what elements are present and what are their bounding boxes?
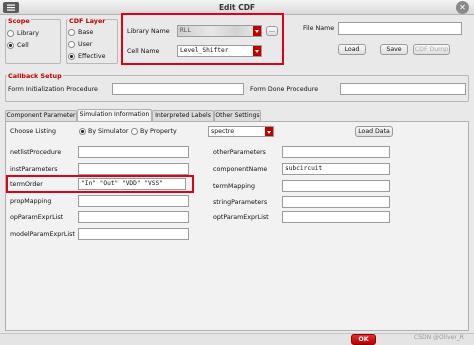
layer-base-radio[interactable] — [68, 29, 75, 36]
by-property-label: By Property — [140, 128, 177, 135]
op-param-expr-list-label: opParamExprList — [10, 214, 64, 221]
tab-interpreted-labels[interactable]: Interpreted Labels — [152, 110, 214, 121]
term-order-label: termOrder — [10, 181, 43, 188]
watermark-text: CSDN @Oliver_R — [414, 334, 464, 341]
term-mapping-input[interactable] — [282, 180, 390, 192]
close-icon[interactable]: ✕ — [456, 1, 469, 14]
model-param-expr-list-label: modelParamExprList — [10, 231, 75, 238]
ok-button[interactable]: OK — [351, 334, 376, 345]
library-dropdown-icon[interactable] — [253, 26, 261, 36]
simulator-value: spectre — [211, 128, 235, 135]
string-parameters-label: stringParameters — [213, 199, 268, 206]
inst-parameters-input[interactable] — [78, 163, 189, 175]
form-init-label: Form Initialization Procedure — [8, 86, 98, 93]
tab-component-parameter[interactable]: Component Parameter — [5, 110, 77, 121]
netlist-procedure-input[interactable] — [78, 146, 189, 158]
netlist-procedure-label: netlistProcedure — [10, 149, 62, 156]
inst-parameters-label: instParameters — [10, 166, 58, 173]
window-title: Edit CDF — [218, 3, 256, 12]
term-mapping-label: termMapping — [213, 183, 255, 190]
by-property-radio[interactable] — [131, 128, 138, 135]
prop-mapping-label: propMapping — [10, 198, 52, 205]
term-order-input[interactable]: "In" "Out" "VDD" "VSS" — [78, 178, 186, 190]
load-data-button[interactable]: Load Data — [355, 126, 393, 137]
cell-name-label: Cell Name — [127, 48, 160, 55]
prop-mapping-input[interactable] — [78, 195, 189, 207]
callback-title: Callback Setup — [7, 72, 63, 80]
scope-title: Scope — [7, 17, 31, 25]
tab-other-settings[interactable]: Other Settings — [214, 110, 261, 121]
scope-cell-radio[interactable] — [7, 42, 14, 49]
form-init-input[interactable] — [112, 83, 244, 95]
op-param-expr-list-input[interactable] — [78, 211, 189, 223]
model-param-expr-list-input[interactable] — [78, 228, 189, 240]
layer-user-label: User — [78, 41, 93, 48]
file-name-label: File Name — [303, 25, 335, 32]
cell-name-value: Level_Shifter — [180, 47, 229, 54]
load-button[interactable]: Load — [338, 44, 366, 55]
simulator-select[interactable]: spectre — [208, 126, 274, 137]
component-name-input[interactable]: subcircuit — [282, 163, 390, 175]
other-parameters-input[interactable] — [282, 146, 390, 158]
scope-library-radio[interactable] — [7, 30, 14, 37]
other-parameters-label: otherParameters — [213, 149, 266, 156]
by-simulator-radio[interactable] — [79, 128, 86, 135]
form-done-input[interactable] — [340, 83, 466, 95]
cdf-layer-title: CDF Layer — [68, 17, 107, 25]
library-name-label: Library Name — [127, 28, 170, 35]
library-name-value: RLL — [180, 27, 192, 34]
cdf-dump-button[interactable]: CDF Dump — [413, 44, 450, 55]
layer-user-radio[interactable] — [68, 41, 75, 48]
form-done-label: Form Done Procedure — [250, 86, 319, 93]
layer-effective-radio[interactable] — [68, 53, 75, 60]
cell-dropdown-icon[interactable] — [253, 46, 261, 56]
scope-library-label: Library — [17, 30, 40, 37]
library-browse-button[interactable]: ... — [266, 26, 278, 36]
library-name-field[interactable]: RLL — [177, 25, 262, 37]
file-name-input[interactable] — [338, 22, 462, 35]
opt-param-expr-list-input[interactable] — [282, 211, 390, 223]
by-simulator-label: By Simulator — [88, 128, 129, 135]
tab-simulation-information[interactable]: Simulation Information — [77, 109, 152, 121]
layer-base-label: Base — [78, 29, 94, 36]
cell-name-field[interactable]: Level_Shifter — [177, 45, 262, 57]
choose-listing-label: Choose Listing — [10, 128, 56, 135]
component-name-label: componentName — [213, 166, 268, 173]
scope-cell-label: Cell — [17, 42, 29, 49]
simulator-dropdown-icon[interactable] — [265, 127, 273, 136]
component-name-value: subcircuit — [285, 165, 323, 172]
cell-select-highlight — [121, 13, 284, 65]
string-parameters-input[interactable] — [282, 196, 390, 208]
opt-param-expr-list-label: optParamExprList — [213, 214, 269, 221]
save-button[interactable]: Save — [380, 44, 408, 55]
scope-group — [5, 19, 61, 64]
term-order-value: "In" "Out" "VDD" "VSS" — [81, 180, 163, 187]
layer-effective-label: Effective — [78, 53, 106, 60]
footer-bar — [0, 333, 474, 345]
